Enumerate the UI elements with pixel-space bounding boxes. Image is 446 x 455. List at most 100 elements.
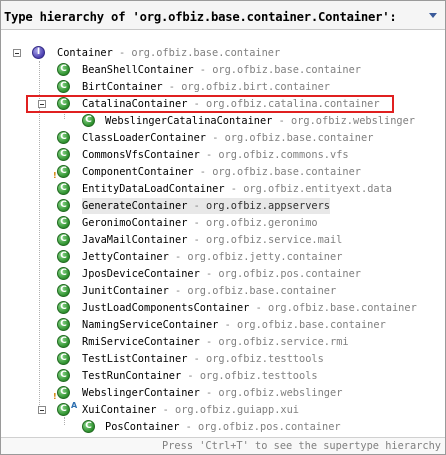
- tree-item[interactable]: C TestRunContainer - org.ofbiz.testtools: [1, 368, 445, 384]
- status-bar: Press 'Ctrl+T' to see the supertype hier…: [1, 437, 445, 454]
- type-name: WebslingerCatalinaContainer: [105, 115, 273, 127]
- class-icon: C: [57, 352, 70, 365]
- tree-item[interactable]: C JunitContainer - org.ofbiz.base.contai…: [1, 283, 445, 299]
- separator: -: [199, 387, 219, 399]
- package-name: org.ofbiz.jetty.container: [187, 251, 343, 263]
- tree-item[interactable]: C CommonsVfsContainer - org.ofbiz.common…: [1, 147, 445, 163]
- separator: -: [199, 268, 219, 280]
- type-name: TestListContainer: [82, 353, 188, 365]
- separator: -: [199, 149, 219, 161]
- separator: -: [187, 234, 206, 246]
- collapse-toggle-icon[interactable]: [38, 406, 46, 414]
- tree-item[interactable]: C TestListContainer - org.ofbiz.testtool…: [1, 351, 445, 367]
- package-name: org.ofbiz.service.rmi: [218, 336, 349, 348]
- tree-item[interactable]: C BeanShellContainer - org.ofbiz.base.co…: [1, 62, 445, 78]
- class-icon: C: [57, 284, 70, 297]
- separator: -: [168, 251, 188, 263]
- tree-item[interactable]: C PosContainer - org.ofbiz.pos.container: [1, 419, 445, 435]
- highlight-box: [26, 95, 394, 113]
- class-icon: C: [82, 114, 95, 127]
- tree-item[interactable]: C RmiServiceContainer - org.ofbiz.servic…: [1, 334, 445, 350]
- tree-item[interactable]: C GeronimoContainer - org.ofbiz.geronimo: [1, 215, 445, 231]
- class-icon: C: [57, 182, 70, 195]
- tree-item[interactable]: C ! ComponentContainer - org.ofbiz.base.…: [1, 164, 445, 180]
- class-icon: C: [57, 131, 70, 144]
- package-name: org.ofbiz.appservers: [206, 200, 330, 212]
- type-name: JposDeviceContainer: [82, 268, 200, 280]
- class-icon: C: [57, 165, 70, 178]
- package-name: org.ofbiz.base.container: [237, 319, 386, 331]
- class-icon: C: [57, 250, 70, 263]
- type-name: CommonsVfsContainer: [82, 149, 200, 161]
- type-name: PosContainer: [105, 421, 180, 433]
- popup-header: Type hierarchy of 'org.ofbiz.base.contai…: [1, 1, 445, 30]
- package-name: org.ofbiz.base.container: [187, 285, 337, 297]
- type-name: Container: [57, 47, 113, 59]
- package-name: org.ofbiz.base.container: [212, 64, 361, 76]
- tree-item[interactable]: C ClassLoaderContainer - org.ofbiz.base.…: [1, 130, 445, 146]
- separator: -: [112, 47, 132, 59]
- type-name: JavaMailContainer: [82, 234, 188, 246]
- separator: -: [187, 200, 206, 212]
- class-icon: C: [57, 386, 70, 399]
- package-name: org.ofbiz.testtools: [206, 353, 324, 365]
- package-name: org.ofbiz.base.container: [224, 132, 374, 144]
- type-name: BirtContainer: [82, 81, 163, 93]
- tree-item[interactable]: C BirtContainer - org.ofbiz.birt.contain…: [1, 79, 445, 95]
- class-icon: C: [57, 80, 70, 93]
- view-menu-icon[interactable]: [427, 9, 439, 21]
- class-icon: C: [57, 148, 70, 161]
- separator: -: [179, 421, 199, 433]
- type-name: TestRunContainer: [82, 370, 182, 382]
- type-name: JettyContainer: [82, 251, 169, 263]
- tree-root[interactable]: I Container - org.ofbiz.base.container: [1, 45, 445, 61]
- popup-title: Type hierarchy of 'org.ofbiz.base.contai…: [4, 10, 397, 24]
- tree-item[interactable]: C JposDeviceContainer - org.ofbiz.pos.co…: [1, 266, 445, 282]
- tree-item[interactable]: C NamingServiceContainer - org.ofbiz.bas…: [1, 317, 445, 333]
- class-icon: C: [57, 301, 70, 314]
- package-name: org.ofbiz.pos.container: [198, 421, 341, 433]
- separator: -: [187, 217, 206, 229]
- package-name: org.ofbiz.entityext.data: [243, 183, 392, 195]
- package-name: org.ofbiz.testtools: [199, 370, 318, 382]
- tree-item-xui[interactable]: C A XuiContainer - org.ofbiz.guiapp.xui: [1, 402, 445, 418]
- class-icon: C: [57, 63, 70, 76]
- type-name: XuiContainer: [82, 404, 157, 416]
- tree-item[interactable]: C JettyContainer - org.ofbiz.jetty.conta…: [1, 249, 445, 265]
- package-name: org.ofbiz.base.container: [212, 166, 361, 178]
- tree-item[interactable]: C JavaMailContainer - org.ofbiz.service.…: [1, 232, 445, 248]
- separator: -: [187, 353, 206, 365]
- class-icon: C: [57, 403, 70, 416]
- tree-item[interactable]: C WebslingerCatalinaContainer - org.ofbi…: [1, 113, 445, 129]
- separator: -: [272, 115, 291, 127]
- warning-overlay-icon: !: [53, 171, 57, 180]
- separator: -: [181, 370, 200, 382]
- class-icon: C: [82, 420, 95, 433]
- separator: -: [156, 404, 176, 416]
- type-name: BeanShellContainer: [82, 64, 194, 76]
- type-name: JunitContainer: [82, 285, 169, 297]
- tree-item[interactable]: C JustLoadComponentsContainer - org.ofbi…: [1, 300, 445, 316]
- separator: -: [224, 183, 244, 195]
- type-name: GeronimoContainer: [82, 217, 188, 229]
- class-icon: C: [57, 216, 70, 229]
- separator: -: [249, 302, 268, 314]
- tree-item[interactable]: C ! WebslingerContainer - org.ofbiz.webs…: [1, 385, 445, 401]
- separator: -: [168, 285, 188, 297]
- type-name: ClassLoaderContainer: [82, 132, 206, 144]
- interface-icon: I: [32, 46, 45, 59]
- separator: -: [218, 319, 237, 331]
- class-icon: C: [57, 199, 70, 212]
- type-name: RmiServiceContainer: [82, 336, 200, 348]
- hierarchy-tree[interactable]: I Container - org.ofbiz.base.container C…: [1, 45, 445, 437]
- package-name: org.ofbiz.base.container: [268, 302, 417, 314]
- warning-overlay-icon: !: [53, 392, 57, 401]
- package-name: org.ofbiz.commons.vfs: [218, 149, 349, 161]
- type-name: GenerateContainer: [82, 200, 188, 212]
- separator: -: [193, 64, 213, 76]
- type-name: NamingServiceContainer: [82, 319, 219, 331]
- collapse-toggle-icon[interactable]: [13, 49, 21, 57]
- separator: -: [199, 336, 219, 348]
- tree-item[interactable]: C EntityDataLoadContainer - org.ofbiz.en…: [1, 181, 445, 197]
- tree-item-selected[interactable]: C GenerateContainer - org.ofbiz.appserve…: [1, 198, 445, 214]
